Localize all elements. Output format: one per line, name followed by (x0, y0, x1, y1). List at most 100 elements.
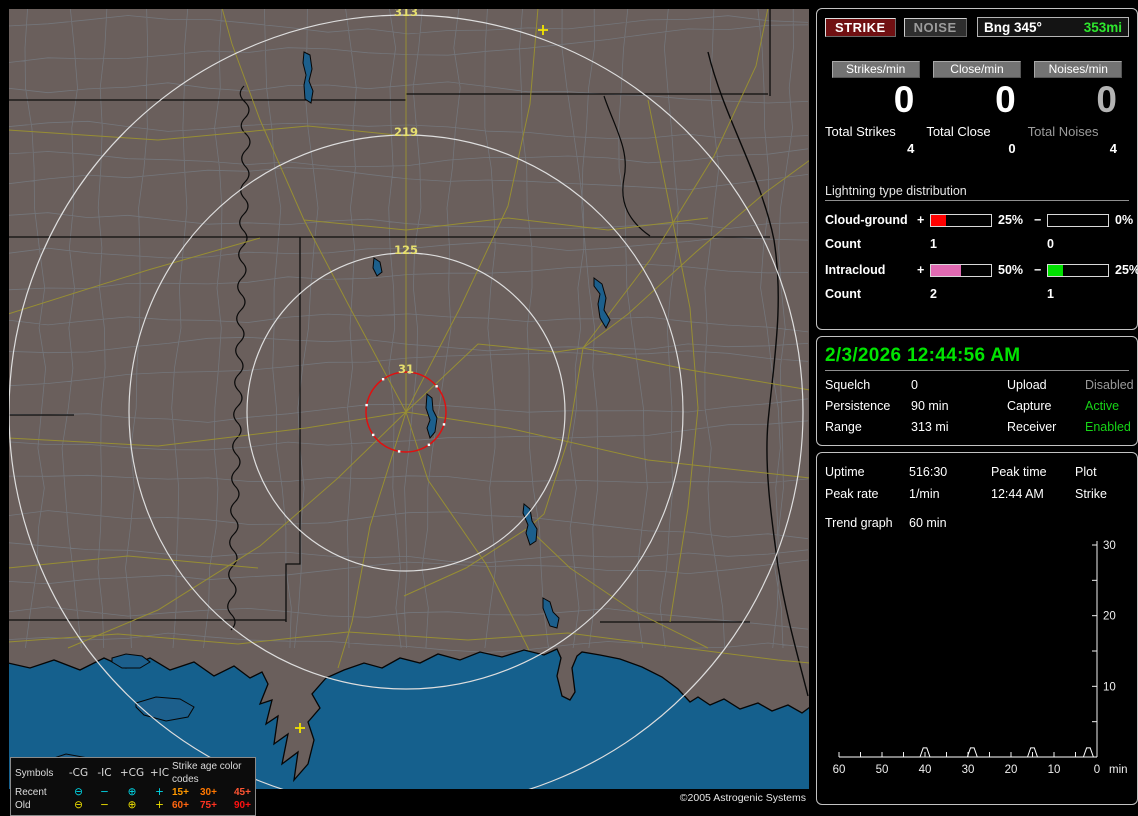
strike-symbol-plusminus-ic (295, 723, 305, 733)
minus-sign: − (1034, 263, 1042, 277)
cg-plus-count: 1 (930, 237, 937, 251)
uptime-value: 516:30 (909, 465, 948, 479)
noises-per-min-value: 0 (1096, 79, 1117, 120)
intracloud-count-row: Count 2 1 (825, 287, 1129, 301)
age-code-90: 90+ (234, 800, 251, 811)
status-box: 2/3/2026 12:44:56 AM Squelch 0 Upload Di… (816, 336, 1138, 446)
total-close-label: Total Close (926, 124, 991, 139)
ic-plus-old-icon: + (155, 799, 164, 811)
trend-graph-label: Trend graph (825, 516, 893, 530)
cg-minus-percent: 0% (1115, 213, 1134, 227)
squelch-value: 0 (911, 378, 918, 392)
counters-box: STRIKE NOISE Bng 345° 353mi Strikes/min … (816, 8, 1138, 330)
bearing-distance: 353mi (1083, 19, 1122, 35)
close-column: Close/min 0 Total Close 0 (926, 61, 1027, 156)
receiver-value: Enabled (1085, 420, 1131, 434)
close-per-min-label: Close/min (932, 61, 1021, 78)
svg-text:10: 10 (1103, 681, 1116, 693)
status-row: Range 313 mi Receiver Enabled (825, 420, 1131, 434)
cg-minus-count: 0 (1047, 237, 1054, 251)
datetime-display: 2/3/2026 12:44:56 AM (825, 345, 1129, 371)
cloud-ground-count-row: Count 1 0 (825, 237, 1129, 251)
ic-minus-old-icon: − (100, 799, 109, 811)
intracloud-label: Intracloud (825, 263, 886, 277)
svg-text:40: 40 (919, 764, 932, 776)
ic-minus-bar-fill (1048, 264, 1063, 276)
age-code-60: 60+ (172, 800, 189, 811)
strikes-per-min-label: Strikes/min (831, 61, 920, 78)
upload-label: Upload (1007, 378, 1047, 392)
cg-plus-percent: 25% (998, 213, 1024, 227)
ic-plus-count: 2 (930, 287, 937, 301)
noise-button[interactable]: NOISE (903, 17, 967, 37)
total-noises-value: 4 (1109, 141, 1117, 156)
minus-sign: − (1034, 213, 1042, 227)
cloud-ground-row: Cloud-ground + 25% − 0% (825, 213, 1133, 227)
svg-text:10: 10 (1048, 764, 1061, 776)
svg-text:60: 60 (833, 764, 846, 776)
peak-rate-value: 1/min (909, 487, 940, 501)
stats-box: Uptime 516:30 Peak time Plot Peak rate 1… (816, 452, 1138, 805)
legend-col-ic-pos: +IC (149, 766, 170, 779)
ic-plus-bar (930, 263, 992, 277)
legend-row-recent-label: Recent (15, 787, 47, 798)
legend-symbols-header: Symbols (15, 767, 54, 779)
total-strikes-value: 4 (907, 141, 915, 156)
persistence-value: 90 min (911, 399, 949, 413)
ring-tick-dot (442, 423, 446, 426)
ring-tick-dot (397, 450, 401, 453)
stats-row: Uptime 516:30 Peak time Plot (825, 461, 1129, 483)
strike-button[interactable]: STRIKE (825, 17, 896, 37)
range-ring-label-313: 313 (394, 8, 418, 19)
cg-minus-bar (1047, 213, 1109, 227)
cg-plus-old-icon: ⊕ (127, 799, 137, 811)
cg-plus-bar (930, 213, 992, 227)
ic-count-label: Count (825, 287, 862, 301)
bearing-value: Bng 345° (984, 19, 1042, 35)
strike-symbols (295, 25, 548, 733)
cg-plus-recent-icon: ⊕ (127, 786, 137, 798)
age-code-75: 75+ (200, 800, 217, 811)
chattahoochee-river (707, 51, 809, 697)
svg-text:50: 50 (876, 764, 889, 776)
cg-plus-bar-fill (931, 214, 946, 226)
cg-minus-recent-icon: ⊖ (74, 786, 83, 798)
svg-text:min: min (1109, 764, 1128, 776)
squelch-label: Squelch (825, 378, 871, 392)
mississippi-river (227, 85, 251, 631)
trend-graph-period: 60 min (909, 516, 947, 530)
legend-col-cg-pos: +CG (119, 766, 145, 779)
ic-minus-percent: 25% (1115, 263, 1138, 277)
age-code-45: 45+ (234, 787, 251, 798)
ic-plus-recent-icon: + (155, 786, 164, 798)
copyright-text: ©2005 Astrogenic Systems (679, 792, 806, 804)
ring-tick-dot (381, 378, 385, 381)
radar-map[interactable]: 31 125 219 313 (8, 8, 810, 790)
noises-column: Noises/min 0 Total Noises 4 (1028, 61, 1129, 156)
ring-tick-dot (365, 403, 368, 407)
range-ring-label-219: 219 (394, 125, 418, 139)
svg-text:30: 30 (1103, 540, 1116, 552)
range-ring-label-31: 31 (398, 362, 414, 376)
ic-minus-bar (1047, 263, 1109, 277)
svg-text:0: 0 (1094, 764, 1100, 776)
noises-per-min-label: Noises/min (1034, 61, 1123, 78)
intracloud-row: Intracloud + 50% − 25% (825, 263, 1138, 277)
close-per-min-value: 0 (995, 79, 1016, 120)
map-legend: Symbols -CG -IC +CG +IC Strike age color… (10, 757, 256, 816)
peak-time-header: Peak time (991, 465, 1047, 479)
range-ring-label-125: 125 (394, 243, 418, 257)
cg-minus-old-icon: ⊖ (74, 799, 83, 811)
cloud-ground-label: Cloud-ground (825, 213, 908, 227)
stats-row: Peak rate 1/min 12:44 AM Strike (825, 483, 1129, 505)
plot-header: Plot (1075, 465, 1097, 479)
peak-time-value: 12:44 AM (991, 487, 1044, 501)
map-panel: 31 125 219 313 Symbols -CG -IC +CG +IC Stri… (8, 8, 810, 816)
distribution-title: Lightning type distribution (825, 184, 1129, 201)
ring-tick-dot (435, 385, 438, 388)
total-noises-label: Total Noises (1027, 124, 1099, 139)
plus-sign: + (917, 263, 925, 277)
capture-label: Capture (1007, 399, 1052, 413)
range-label: Range (825, 420, 862, 434)
ring-tick-dot (427, 443, 431, 446)
